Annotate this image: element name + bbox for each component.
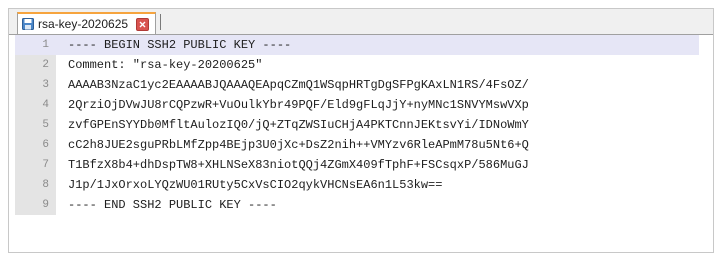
file-tab[interactable]: rsa-key-2020625 — [17, 12, 157, 34]
line-number: 3 — [42, 79, 49, 91]
editor-line[interactable]: 3 AAAAB3NzaC1yc2EAAAABJQAAAQEApqCZmQ1WSqp… — [15, 75, 699, 95]
text-editor[interactable]: 1 ---- BEGIN SSH2 PUBLIC KEY ---- 2 Comment… — [15, 35, 699, 225]
line-number: 5 — [42, 119, 49, 131]
editor-line[interactable]: 9 ---- END SSH2 PUBLIC KEY ---- — [15, 195, 699, 215]
line-text[interactable]: zvfGPEnSYYDb0MfltAulozIQ0/jQ+ZTqZWSIuCHj… — [68, 115, 529, 135]
tab-separator — [160, 14, 161, 30]
line-number: 6 — [42, 139, 49, 151]
line-text[interactable]: J1p/1JxOrxoLYQzWU01RUty5CxVsCIO2qykVHCNs… — [68, 175, 442, 195]
line-number: 2 — [42, 59, 49, 71]
line-number: 4 — [42, 99, 49, 111]
line-text[interactable]: ---- END SSH2 PUBLIC KEY ---- — [68, 195, 277, 215]
file-tab-label: rsa-key-2020625 — [38, 17, 129, 31]
editor-line[interactable]: 8 J1p/1JxOrxoLYQzWU01RUty5CxVsCIO2qykVHCN… — [15, 175, 699, 195]
editor-window: rsa-key-2020625 1 ---- BEGIN SSH2 PUBLIC … — [8, 8, 714, 253]
line-number: 8 — [42, 179, 49, 191]
floppy-disk-icon — [22, 18, 34, 30]
close-icon[interactable] — [136, 17, 150, 31]
line-text[interactable]: ---- BEGIN SSH2 PUBLIC KEY ---- — [68, 35, 291, 55]
line-text[interactable]: 2QrziOjDVwJU8rCQPzwR+VuOulkYbr49PQF/Eld9… — [68, 95, 529, 115]
line-number: 1 — [42, 39, 49, 51]
line-number: 7 — [42, 159, 49, 171]
editor-line[interactable]: 5 zvfGPEnSYYDb0MfltAulozIQ0/jQ+ZTqZWSIuCH… — [15, 115, 699, 135]
editor-line[interactable]: 1 ---- BEGIN SSH2 PUBLIC KEY ---- — [15, 35, 699, 55]
tab-bar: rsa-key-2020625 — [9, 9, 713, 35]
editor-line[interactable]: 2 Comment: "rsa-key-20200625" — [15, 55, 699, 75]
line-number: 9 — [42, 199, 49, 211]
editor-line[interactable]: 6 cC2h8JUE2sguPRbLMfZpp4BEjp3U0jXc+DsZ2ni… — [15, 135, 699, 155]
editor-line[interactable]: 4 2QrziOjDVwJU8rCQPzwR+VuOulkYbr49PQF/Eld… — [15, 95, 699, 115]
editor-line[interactable]: 7 T1BfzX8b4+dhDspTW8+XHLNSeX83niotQQj4ZGm… — [15, 155, 699, 175]
line-text[interactable]: T1BfzX8b4+dhDspTW8+XHLNSeX83niotQQj4ZGmX… — [68, 155, 529, 175]
line-text[interactable]: AAAAB3NzaC1yc2EAAAABJQAAAQEApqCZmQ1WSqpH… — [68, 75, 529, 95]
line-text[interactable]: Comment: "rsa-key-20200625" — [68, 55, 262, 75]
line-text[interactable]: cC2h8JUE2sguPRbLMfZpp4BEjp3U0jXc+DsZ2nih… — [68, 135, 529, 155]
